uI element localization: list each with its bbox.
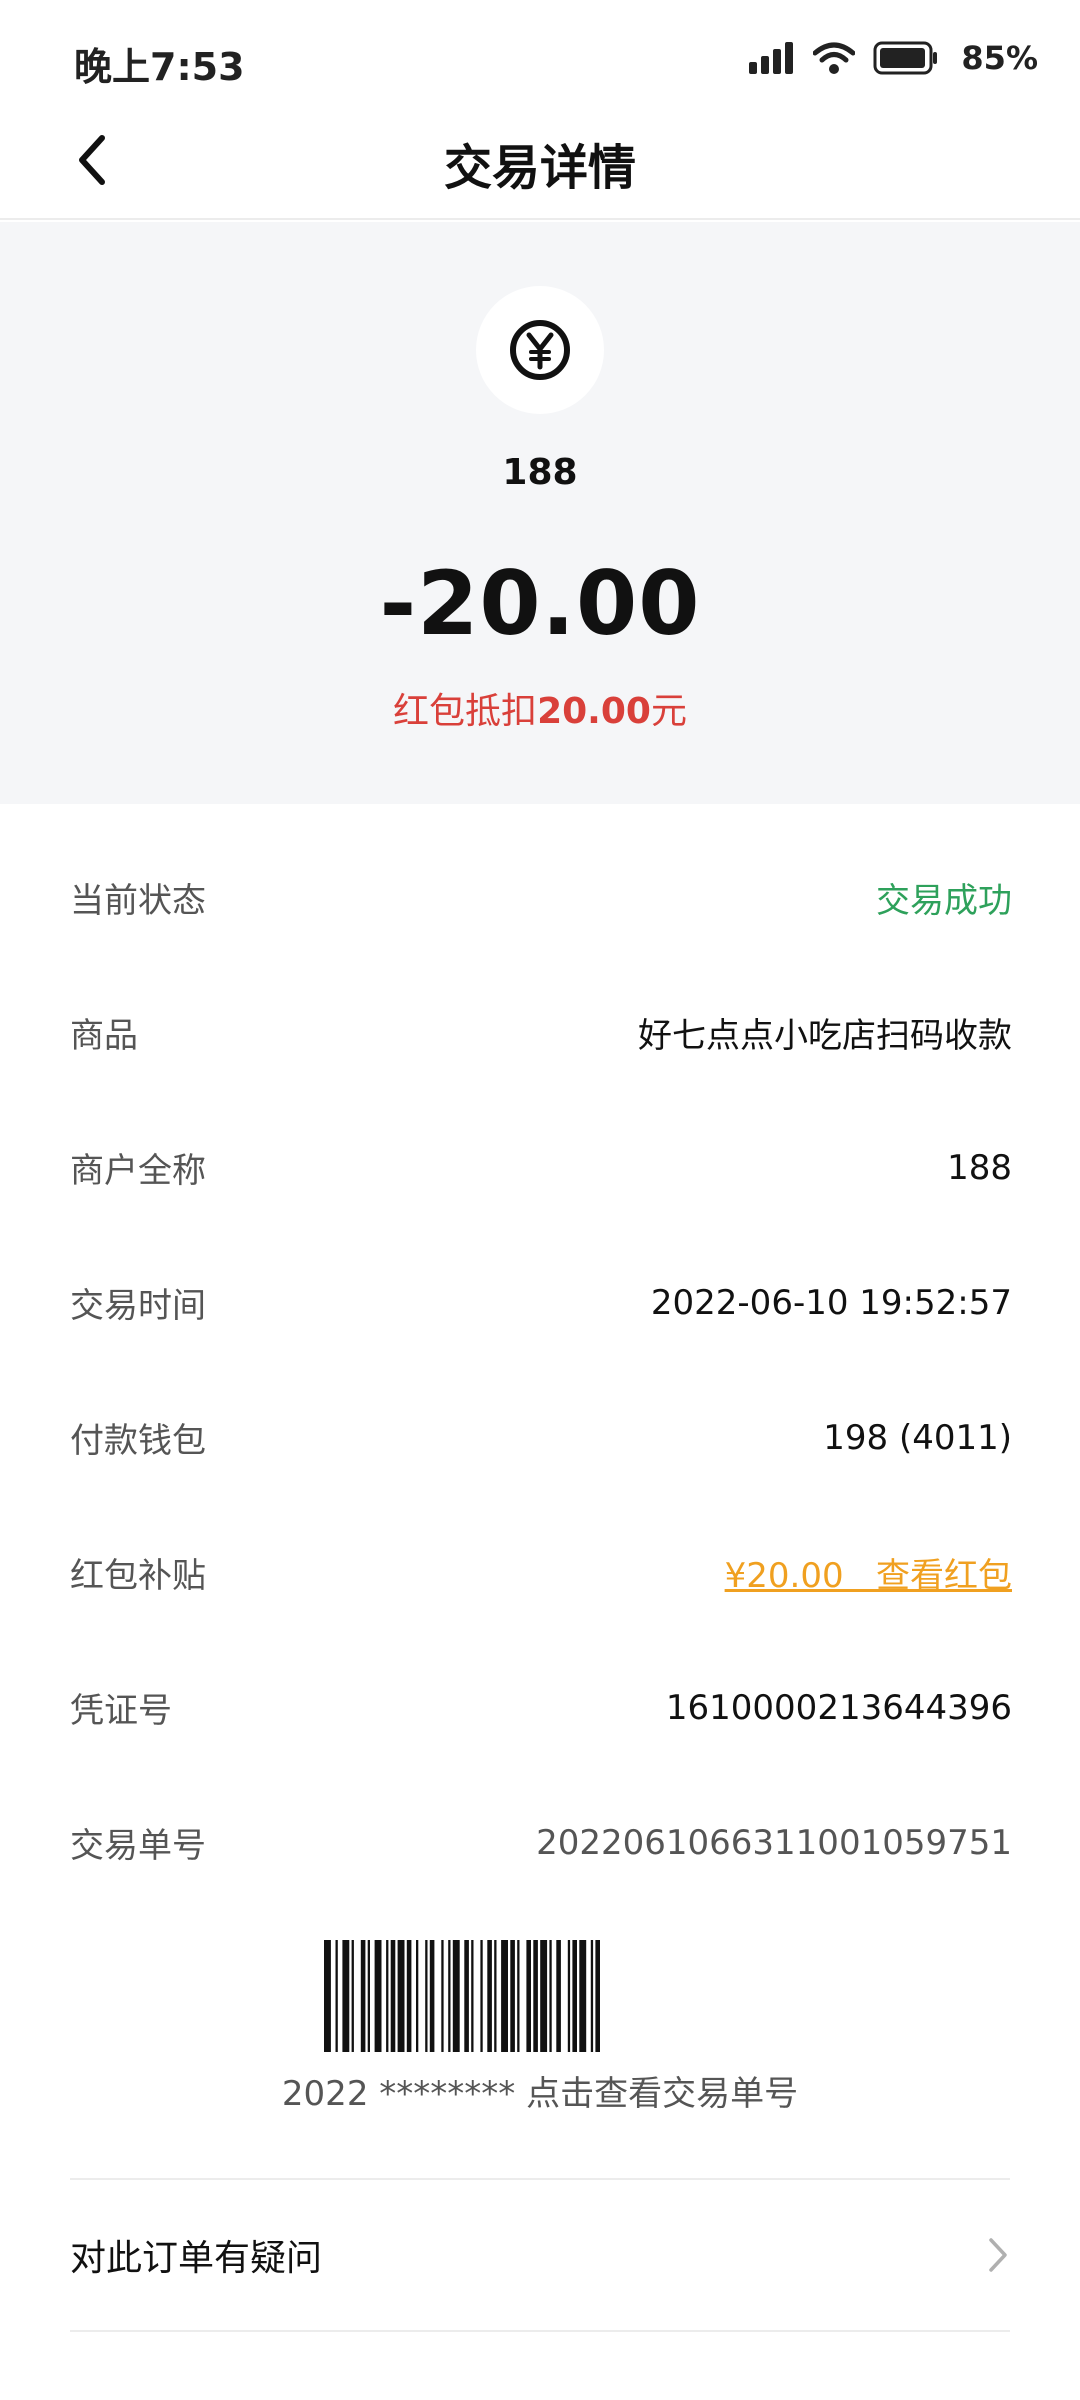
divider (70, 2330, 1010, 2332)
wifi-icon (813, 42, 856, 74)
barcode-bar (590, 1940, 594, 2052)
barcode-bar (494, 1940, 497, 2052)
barcode-bar (549, 1940, 552, 2052)
barcode-bar (367, 1940, 370, 2052)
status-value: 交易成功 (876, 881, 1012, 921)
detail-label: 商户全称 (70, 1151, 206, 1191)
yuan-coin-icon (510, 320, 570, 380)
signal-icon (749, 42, 794, 74)
barcode-bar (452, 1940, 460, 2052)
transaction-amount: -20.00 (379, 552, 701, 655)
nav-bar: 交易详情 (0, 100, 1080, 220)
barcode-bar (526, 1940, 531, 2052)
product-value: 好七点点小吃店扫码收款 (638, 1016, 1012, 1056)
barcode-bar (501, 1940, 508, 2052)
barcode-bar (595, 1940, 600, 2052)
barcode-bar (360, 1940, 366, 2052)
transaction-time-value: 2022-06-10 19:52:57 (650, 1282, 1012, 1323)
order-number-value: 2022061066311001059751 (536, 1822, 1012, 1863)
barcode-bar (480, 1940, 483, 2052)
barcode-bar (517, 1940, 520, 2052)
merchant-name: 188 (502, 452, 578, 493)
barcode-bar (397, 1940, 405, 2052)
barcode-bar (342, 1940, 350, 2052)
merchant-full-name-value: 188 (947, 1147, 1012, 1188)
barcode-bar (406, 1940, 412, 2052)
battery-percent: 85% (961, 39, 1038, 77)
barcode-bar (425, 1940, 428, 2052)
barcode-bar (579, 1940, 587, 2052)
barcode-bar (351, 1940, 354, 2052)
transaction-summary: 188 -20.00 红包抵扣20.00元 (0, 222, 1080, 804)
detail-row-voucher: 凭证号 1610000213644396 (70, 1640, 1012, 1775)
discount-prefix: 红包抵扣 (393, 691, 538, 732)
barcode-bar (533, 1940, 538, 2052)
detail-row-merchant: 商户全称 188 (70, 1100, 1012, 1235)
page-title: 交易详情 (443, 140, 636, 196)
view-red-packet-link[interactable]: ¥20.00 查看红包 (725, 1548, 1012, 1597)
detail-label: 交易单号 (70, 1826, 206, 1866)
barcode-bar (567, 1940, 571, 2052)
status-time: 晚上7:53 (74, 45, 245, 89)
detail-label: 红包补贴 (70, 1556, 206, 1596)
barcode-bar (335, 1940, 338, 2052)
barcode-bar (540, 1940, 548, 2052)
detail-row-wallet: 付款钱包 198 (4011) (70, 1370, 1012, 1505)
order-question-label: 对此订单有疑问 (70, 2238, 323, 2279)
barcode-bar (471, 1940, 474, 2052)
barcode-bar (386, 1940, 389, 2052)
detail-label: 交易时间 (70, 1286, 206, 1326)
discount-suffix: 元 (650, 691, 687, 732)
barcode-bar (416, 1940, 419, 2052)
detail-row-time: 交易时间 2022-06-10 19:52:57 (70, 1235, 1012, 1370)
barcode-bar (448, 1940, 451, 2052)
barcode-bar (390, 1940, 396, 2052)
voucher-number-value: 1610000213644396 (665, 1687, 1012, 1728)
detail-row-red-packet: 红包补贴 ¥20.00 查看红包 (70, 1505, 1012, 1640)
discount-value: 20.00 (537, 691, 651, 732)
detail-label: 付款钱包 (70, 1421, 206, 1461)
detail-row-product: 商品 好七点点小吃店扫码收款 (70, 965, 1012, 1100)
detail-row-status: 当前状态 交易成功 (70, 830, 1012, 965)
discount-note: 红包抵扣20.00元 (0, 682, 1080, 734)
detail-row-order-number: 交易单号 2022061066311001059751 (70, 1775, 1012, 1910)
order-question-row[interactable]: 对此订单有疑问 (70, 2180, 1010, 2330)
barcode-bar (374, 1940, 382, 2052)
detail-label: 当前状态 (70, 881, 206, 921)
detail-label: 凭证号 (70, 1691, 172, 1731)
barcode-bar (464, 1940, 469, 2052)
barcode-section: 2022 ******** 点击查看交易单号 (0, 1940, 1080, 2115)
status-icons: 85% (749, 38, 1038, 78)
merchant-avatar (476, 286, 604, 414)
payment-wallet-value: 198 (4011) (823, 1417, 1012, 1458)
barcode-image[interactable] (324, 1940, 756, 2052)
barcode-bar (487, 1940, 492, 2052)
chevron-right-icon (989, 2238, 1007, 2272)
barcode-bar (572, 1940, 577, 2052)
transaction-details: 当前状态 交易成功 商品 好七点点小吃店扫码收款 商户全称 188 交易时间 2… (70, 830, 1012, 1910)
view-order-number-link[interactable]: 2022 ******** 点击查看交易单号 (0, 2066, 1080, 2115)
detail-label: 商品 (70, 1016, 138, 1056)
barcode-bar (510, 1940, 515, 2052)
barcode-bar (556, 1940, 561, 2052)
barcode-bar (429, 1940, 435, 2052)
barcode-bar (324, 1940, 331, 2052)
battery-icon (873, 41, 938, 75)
barcode-bar (441, 1940, 444, 2052)
